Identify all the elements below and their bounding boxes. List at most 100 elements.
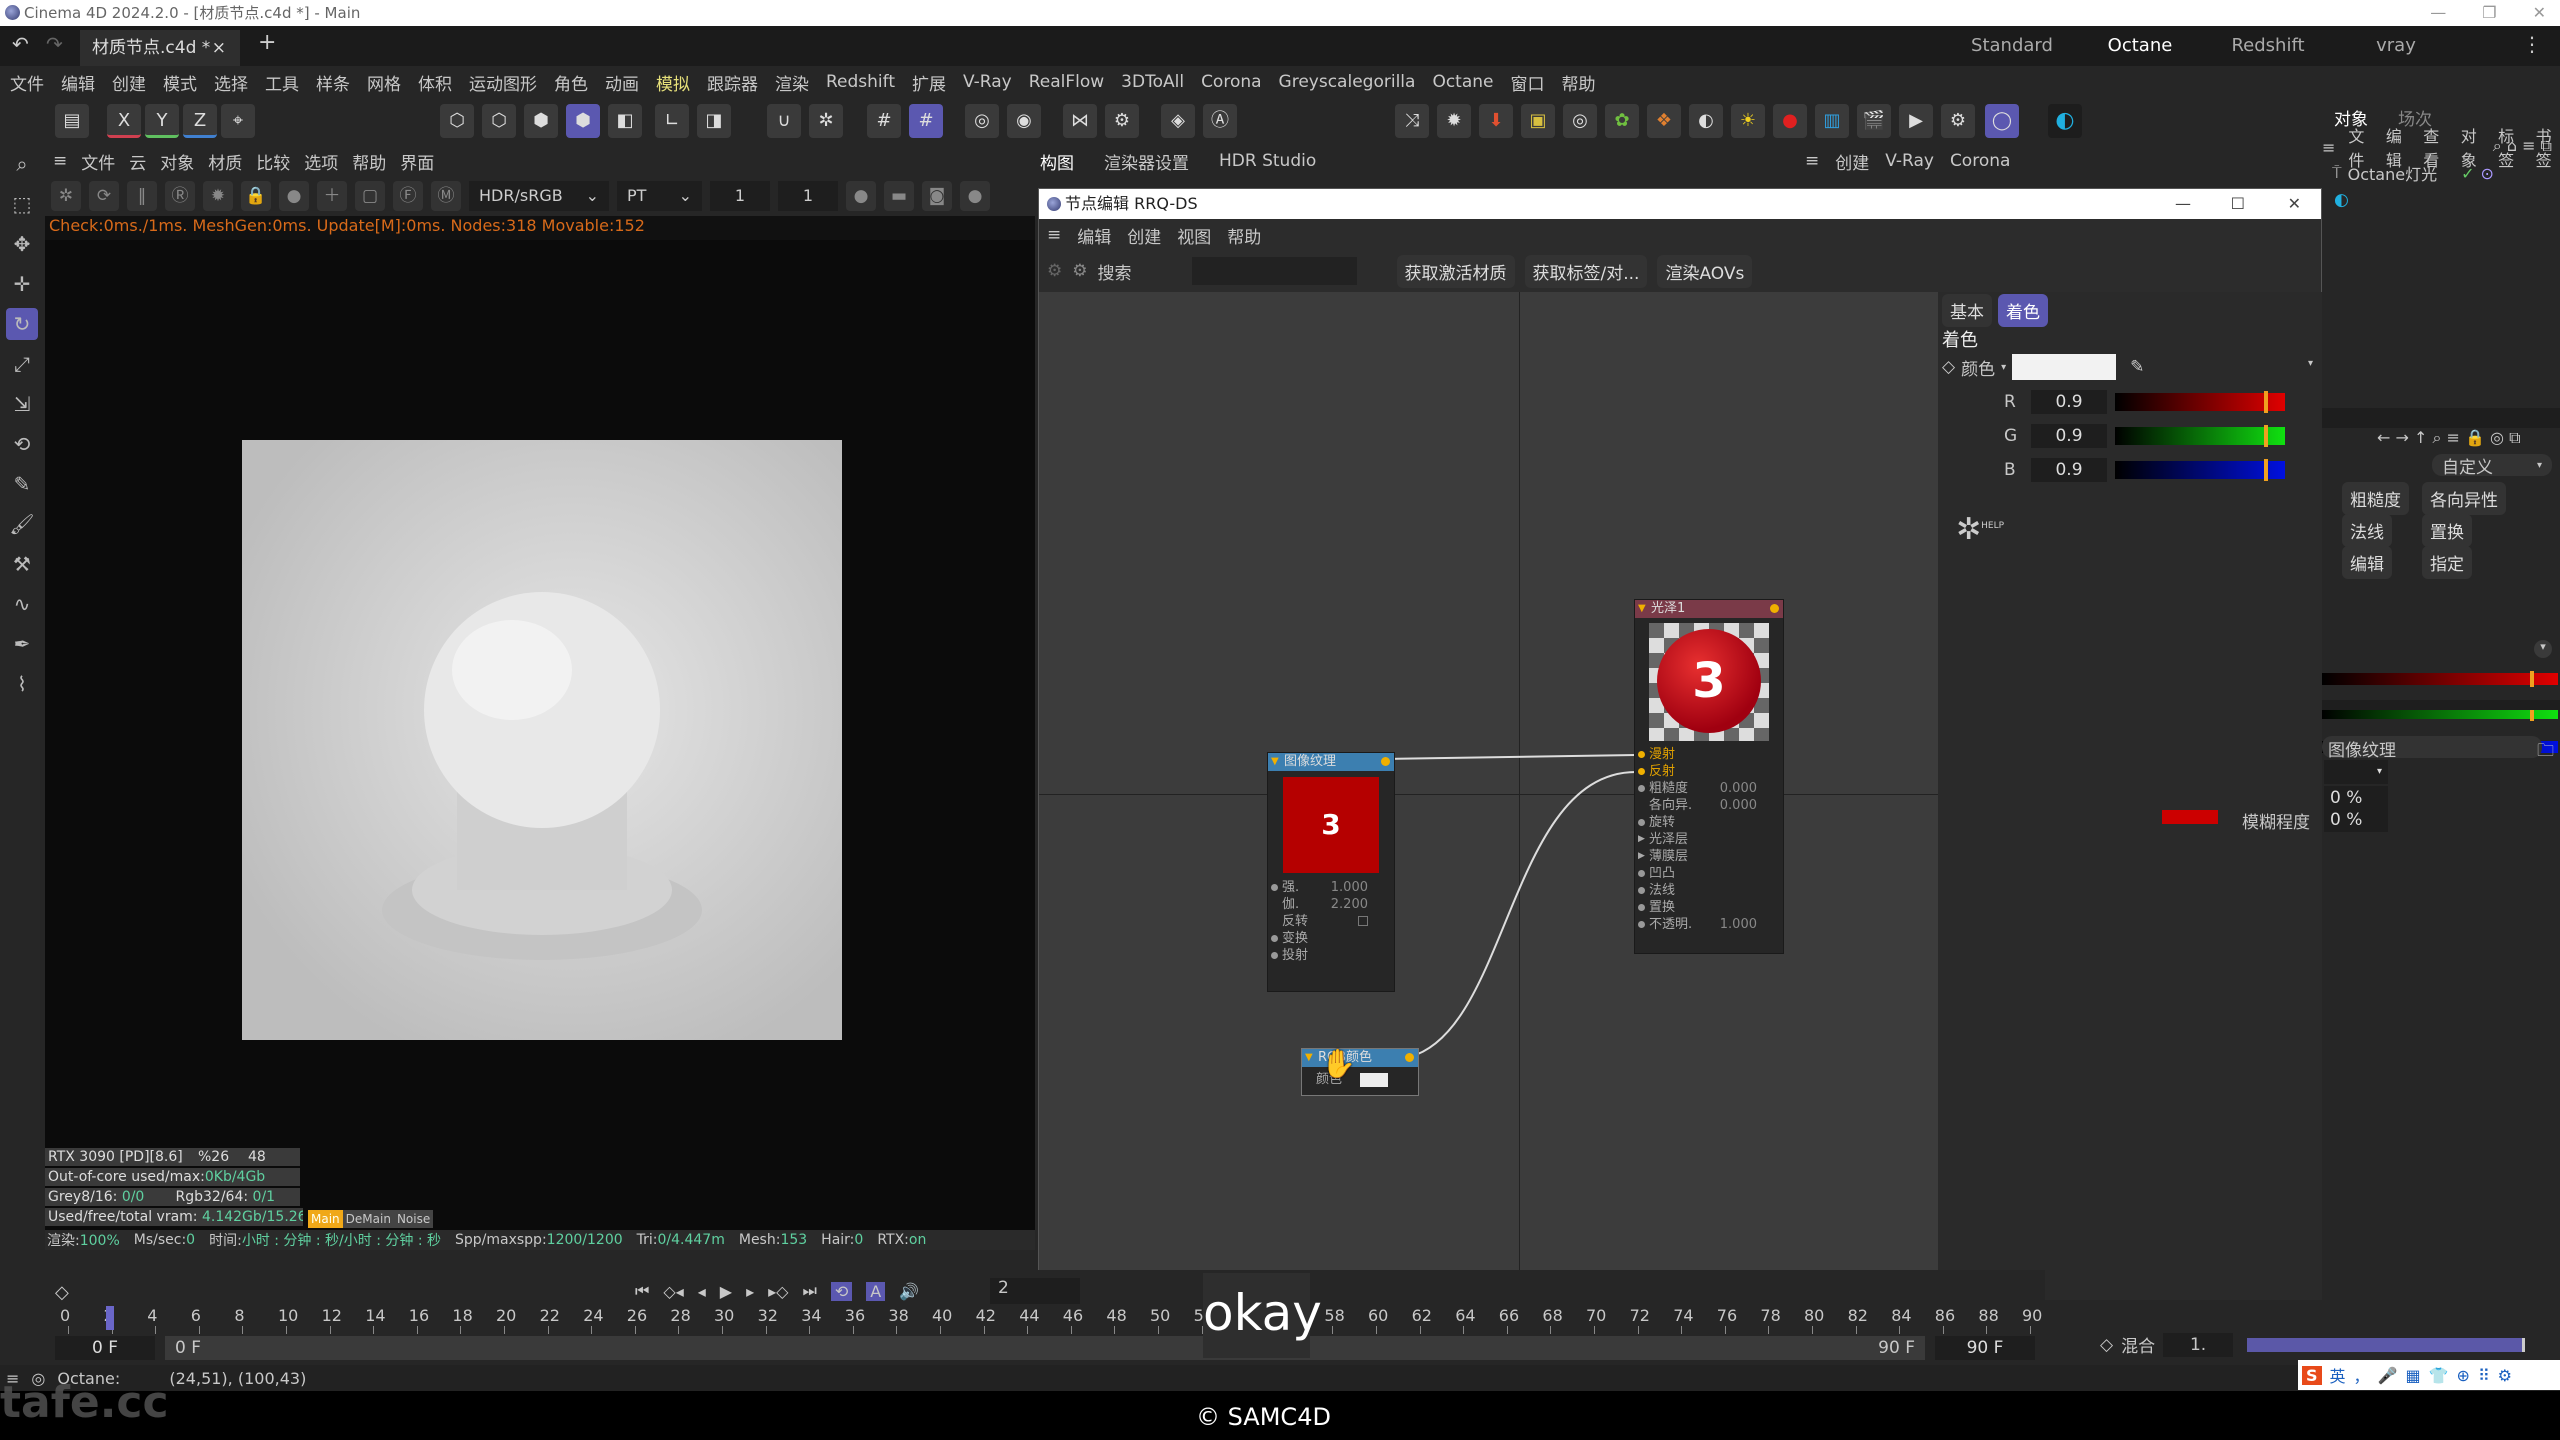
node-param[interactable]: ▶ 光泽层 bbox=[1635, 831, 1783, 848]
ime-item[interactable]: 🎤 bbox=[2378, 1366, 2398, 1385]
render-restart-icon[interactable]: ✲ bbox=[51, 181, 81, 211]
ime-item[interactable]: ⠿ bbox=[2478, 1366, 2490, 1385]
menu-item[interactable]: Corona bbox=[1201, 72, 1261, 92]
menu-item[interactable]: 渲染 bbox=[775, 70, 809, 95]
viewer-menu-item[interactable]: 界面 bbox=[400, 149, 434, 174]
attribute-button[interactable]: 各向异性 bbox=[2422, 482, 2506, 515]
keyframe-icon[interactable]: ◇ bbox=[55, 1282, 69, 1303]
rotate-icon[interactable]: ↻ bbox=[6, 308, 38, 340]
panel-menu-item[interactable]: V-Ray bbox=[1885, 151, 1934, 171]
octane-import-icon[interactable]: ⬇ bbox=[1479, 104, 1513, 138]
lock-icon[interactable]: 🔒 bbox=[241, 181, 271, 211]
menu-item[interactable]: RealFlow bbox=[1029, 72, 1104, 92]
sogou-logo-icon[interactable]: S bbox=[2302, 1365, 2322, 1385]
input-port[interactable] bbox=[1638, 904, 1645, 911]
add-icon[interactable]: ＋ bbox=[317, 181, 347, 211]
node-param[interactable]: 漫射 bbox=[1635, 746, 1783, 763]
region-icon[interactable]: Ⓡ bbox=[165, 181, 195, 211]
render-options-icon[interactable]: ⚙ bbox=[1941, 104, 1975, 138]
start-frame-field[interactable]: 0 F bbox=[55, 1336, 155, 1360]
menu-item[interactable]: 体积 bbox=[418, 70, 452, 95]
render-aovs-button[interactable]: 渲染AOVs bbox=[1657, 254, 1753, 288]
get-tag-object-button[interactable]: 获取标签/对... bbox=[1524, 254, 1648, 288]
texture-mode-icon[interactable]: ◨ bbox=[697, 104, 731, 138]
close-tab-icon[interactable]: × bbox=[212, 30, 226, 66]
folder-icon[interactable]: 🗀 bbox=[2537, 738, 2554, 767]
node-editor-menu-item[interactable]: 编辑 bbox=[1077, 223, 1111, 248]
octane-shuffle-icon[interactable]: ⤨ bbox=[1395, 104, 1429, 138]
menu-item[interactable]: 帮助 bbox=[1561, 70, 1595, 95]
kernel-select[interactable]: PT ⌄ bbox=[617, 181, 702, 211]
dot-icon[interactable]: ● bbox=[846, 181, 876, 211]
search-input[interactable] bbox=[1191, 257, 1357, 285]
gear-icon[interactable]: ⚙ bbox=[1047, 261, 1062, 281]
polygons-mode-icon[interactable]: ⬢ bbox=[524, 104, 558, 138]
menu-icon[interactable]: ≡ bbox=[2322, 138, 2335, 157]
node-param[interactable]: 各向异. 0.000 bbox=[1635, 797, 1783, 814]
expand-arrow-icon[interactable]: ▶ bbox=[1638, 848, 1645, 865]
menu-item[interactable]: V-Ray bbox=[963, 72, 1012, 92]
snap-icon[interactable]: ∪ bbox=[767, 104, 801, 138]
playhead[interactable] bbox=[105, 1306, 114, 1330]
field-1[interactable]: 1 bbox=[710, 181, 770, 211]
node-param[interactable]: 投射 bbox=[1268, 947, 1394, 964]
ime-item[interactable]: ⚙ bbox=[2498, 1366, 2512, 1385]
preset-select[interactable]: 自定义 ▾ bbox=[2432, 454, 2552, 478]
slider-thumb[interactable] bbox=[2264, 425, 2268, 447]
menu-item[interactable]: Octane bbox=[1432, 72, 1493, 92]
live-select-icon[interactable]: ✥ bbox=[6, 228, 38, 260]
workplane-icon[interactable]: # bbox=[909, 104, 943, 138]
input-port[interactable] bbox=[1638, 785, 1645, 792]
octane-objects-icon[interactable]: ❖ bbox=[1647, 104, 1681, 138]
layout-tab-octane[interactable]: Octane bbox=[2076, 26, 2204, 69]
menu-item[interactable]: 模式 bbox=[163, 70, 197, 95]
channel-value-field[interactable]: 0.9 bbox=[2031, 390, 2107, 414]
menu-item[interactable]: 模拟 bbox=[656, 70, 690, 95]
x-axis-button[interactable]: X bbox=[107, 104, 141, 138]
output-port[interactable] bbox=[1405, 1053, 1414, 1062]
paint-icon[interactable]: ✎ bbox=[6, 468, 38, 500]
panel-tab[interactable]: 构图 bbox=[1040, 149, 1074, 174]
octane-material-icon[interactable]: ▣ bbox=[1521, 104, 1555, 138]
percent-field-2[interactable]: 0 % bbox=[2324, 808, 2388, 832]
menu-item[interactable]: 工具 bbox=[265, 70, 299, 95]
coordinate-system-icon[interactable]: ⌖ bbox=[221, 104, 255, 138]
node-header[interactable]: 光泽1 bbox=[1635, 600, 1783, 618]
menu-icon[interactable]: ≡ bbox=[1805, 151, 1819, 171]
eyedropper-icon[interactable]: ✎ bbox=[2130, 357, 2144, 377]
magnet-icon[interactable]: ⌇ bbox=[6, 668, 38, 700]
scale-icon[interactable]: ⤢ bbox=[6, 348, 38, 380]
sphere-icon[interactable]: ● bbox=[960, 181, 990, 211]
node-param[interactable]: 反射 bbox=[1635, 763, 1783, 780]
octane-settings-icon[interactable]: ✹ bbox=[1437, 104, 1471, 138]
attr-nav-icons[interactable]: ← → ↑ ⌕ ≡ 🔒 ◎ ⧉ bbox=[2377, 428, 2521, 448]
viewer-menu-item[interactable]: 对象 bbox=[160, 149, 194, 174]
redo-icon[interactable]: ↷ bbox=[46, 32, 63, 56]
menu-item[interactable]: 动画 bbox=[605, 70, 639, 95]
layout-tab-vray[interactable]: vray bbox=[2332, 26, 2460, 69]
expand-icon[interactable]: ▾ bbox=[2534, 640, 2552, 658]
input-port[interactable] bbox=[1638, 768, 1645, 775]
grid-icon[interactable]: # bbox=[867, 104, 901, 138]
menu-item[interactable]: 运动图形 bbox=[469, 70, 537, 95]
search-icon[interactable]: ⌕ bbox=[6, 148, 38, 180]
search-home-filter-icons[interactable]: ⌕ ⌂ ≡ ⧉ bbox=[2493, 136, 2552, 156]
octane-live-viewer-icon[interactable]: ◯ bbox=[1985, 104, 2019, 138]
channel-slider[interactable] bbox=[2115, 391, 2285, 413]
expand-arrow-icon[interactable]: ▶ bbox=[1638, 831, 1645, 848]
menu-item[interactable]: Redshift bbox=[826, 72, 895, 92]
channel-slider[interactable] bbox=[2322, 671, 2558, 687]
node-param[interactable]: 变换 bbox=[1268, 930, 1394, 947]
channel-slider[interactable] bbox=[2115, 459, 2285, 481]
axis-mode-icon[interactable]: ∟ bbox=[655, 104, 689, 138]
attribute-button[interactable]: 法线 bbox=[2342, 514, 2392, 547]
input-port[interactable] bbox=[1638, 751, 1645, 758]
more-icon[interactable]: ⋮ bbox=[2522, 32, 2542, 56]
frame-range-slider[interactable]: 0 F 90 F bbox=[165, 1336, 1925, 1360]
play-icon[interactable]: ▶ bbox=[720, 1282, 732, 1301]
rgb-color-node[interactable]: RGB颜色 颜色 bbox=[1301, 1048, 1419, 1096]
viewer-menu-item[interactable]: 帮助 bbox=[352, 149, 386, 174]
material-pick-icon[interactable]: Ⓜ bbox=[431, 181, 461, 211]
minimize-button[interactable]: — bbox=[2430, 0, 2446, 26]
input-port[interactable] bbox=[1638, 870, 1645, 877]
